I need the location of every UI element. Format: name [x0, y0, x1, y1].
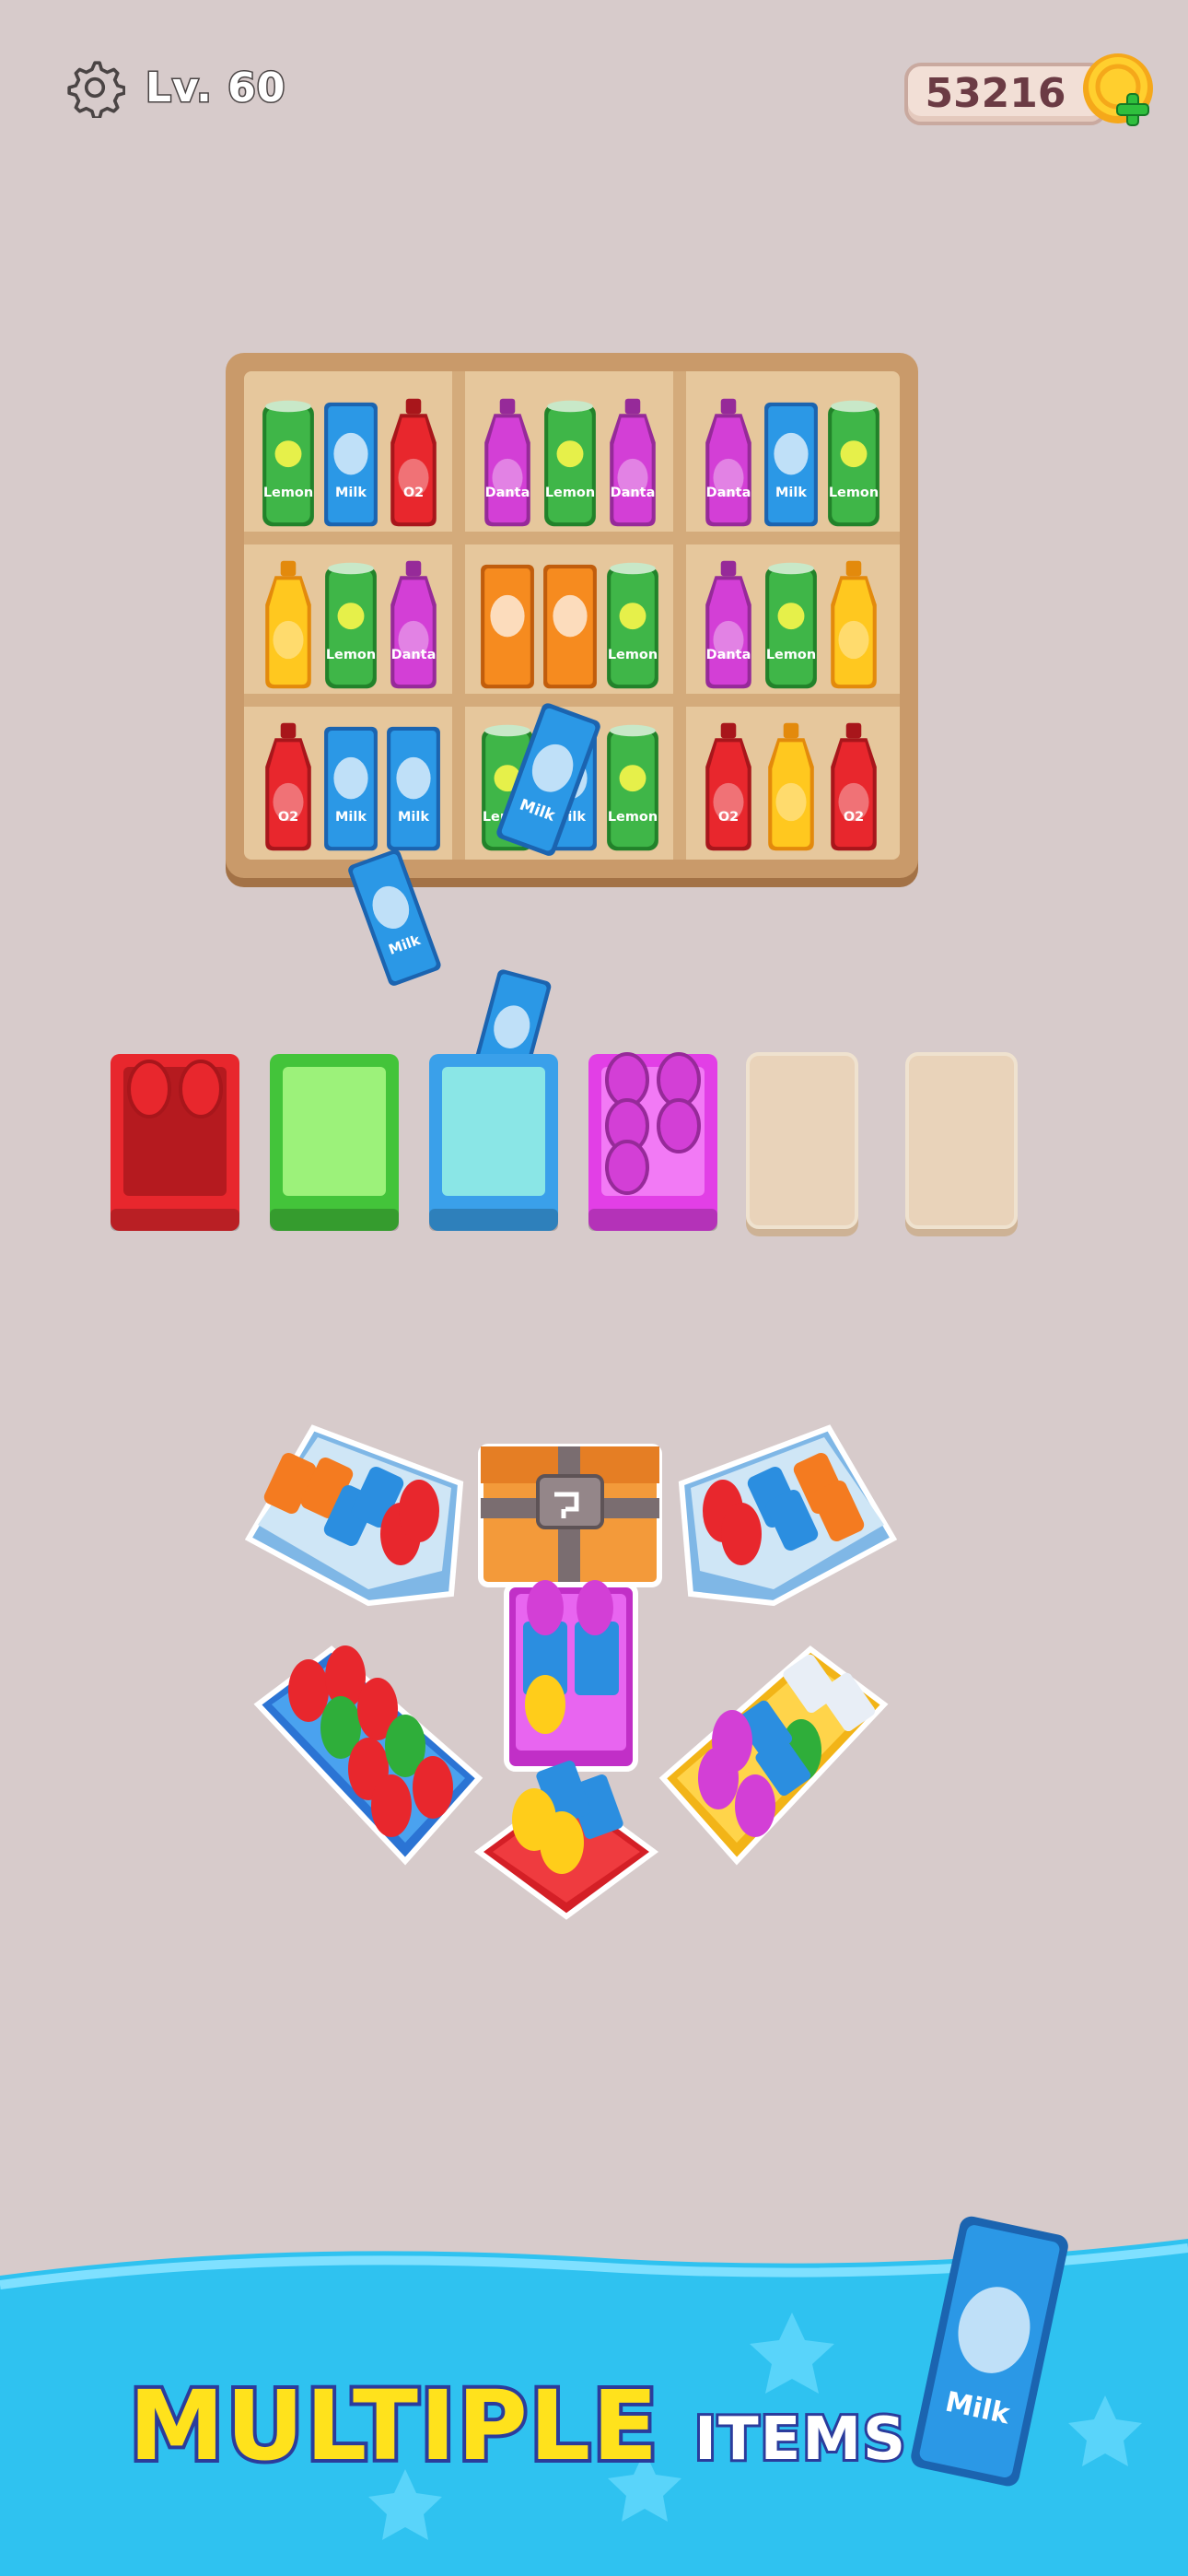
banner-title-small: ITEMS — [692, 2403, 908, 2476]
magenta-slot[interactable] — [587, 1052, 719, 1236]
lemon-item[interactable]: Lemon — [604, 558, 661, 693]
tray-center-magenta[interactable] — [504, 1580, 638, 1772]
danta-item[interactable]: Danta — [385, 558, 442, 693]
orange-item[interactable] — [479, 558, 536, 693]
milk-item[interactable]: Milk — [322, 396, 379, 531]
shelf-divider — [673, 371, 686, 860]
o2-item[interactable]: O2 — [825, 720, 882, 855]
red-slot[interactable] — [109, 1052, 241, 1236]
lemon-label: Lemon — [608, 810, 658, 825]
pineapple-item[interactable] — [825, 558, 882, 693]
blue-slot[interactable] — [427, 1052, 560, 1236]
pineapple-item[interactable] — [763, 720, 820, 855]
o2-label: O2 — [718, 810, 739, 825]
danta-item[interactable]: Danta — [479, 396, 536, 531]
danta-item[interactable]: Danta — [700, 396, 757, 531]
milk-item[interactable]: Milk — [763, 396, 820, 531]
lemon-item[interactable]: Lemon — [322, 558, 379, 693]
orange-item[interactable] — [542, 558, 599, 693]
o2-item[interactable]: O2 — [260, 720, 317, 855]
o2-label: O2 — [403, 486, 424, 500]
milk-label: Milk — [335, 810, 367, 825]
milk-label: Milk — [775, 486, 807, 500]
locked-crate[interactable] — [478, 1444, 662, 1587]
pineapple-item[interactable] — [260, 558, 317, 693]
lemon-item[interactable]: Lemon — [260, 396, 317, 531]
milk-item[interactable]: Milk — [385, 720, 442, 855]
lemon-label: Lemon — [263, 486, 313, 500]
add-coins-button[interactable] — [1079, 48, 1162, 131]
danta-item[interactable]: Danta — [604, 396, 661, 531]
banner-title-big: MULTIPLE — [125, 2366, 661, 2486]
shelf-divider — [452, 371, 465, 860]
danta-label: Danta — [706, 648, 751, 662]
tray-bottom-right[interactable] — [658, 1645, 889, 1866]
o2-item[interactable]: O2 — [700, 720, 757, 855]
tray-top-left[interactable] — [244, 1424, 464, 1607]
level-indicator: Lv. 60 — [64, 57, 286, 118]
milk-item[interactable]: Milk — [322, 720, 379, 855]
o2-label: O2 — [844, 810, 864, 825]
milk-label: Milk — [335, 486, 367, 500]
shelf-board — [244, 532, 900, 544]
lemon-item[interactable]: Lemon — [763, 558, 820, 693]
danta-item[interactable]: Danta — [700, 558, 757, 693]
level-label: Lv. 60 — [144, 63, 286, 112]
lemon-label: Lemon — [766, 648, 816, 662]
lemon-item[interactable]: Lemon — [825, 396, 882, 531]
tray-bottom-left[interactable] — [253, 1645, 483, 1866]
danta-label: Danta — [706, 486, 751, 500]
o2-item[interactable]: O2 — [385, 396, 442, 531]
lemon-label: Lemon — [326, 648, 376, 662]
coin-counter: 53216 — [904, 63, 1107, 125]
gear-icon[interactable] — [64, 57, 125, 118]
lemon-label: Lemon — [829, 486, 879, 500]
lemon-item[interactable]: Lemon — [604, 720, 661, 855]
danta-label: Danta — [611, 486, 656, 500]
green-slot[interactable] — [268, 1052, 401, 1236]
tray-bottom-red[interactable] — [473, 1759, 659, 1920]
banner-title: MULTIPLE ITEMS — [125, 2366, 908, 2486]
danta-label: Danta — [391, 648, 437, 662]
tray-top-right[interactable] — [678, 1424, 898, 1607]
empty-slot[interactable] — [746, 1052, 858, 1229]
danta-label: Danta — [485, 486, 530, 500]
lemon-item[interactable]: Lemon — [542, 396, 599, 531]
milk-label: Milk — [398, 810, 429, 825]
empty-slot[interactable] — [905, 1052, 1018, 1229]
coin-count: 53216 — [925, 70, 1066, 117]
tray-pile — [244, 1424, 898, 1920]
lemon-label: Lemon — [545, 486, 595, 500]
o2-label: O2 — [278, 810, 298, 825]
lemon-label: Lemon — [608, 648, 658, 662]
